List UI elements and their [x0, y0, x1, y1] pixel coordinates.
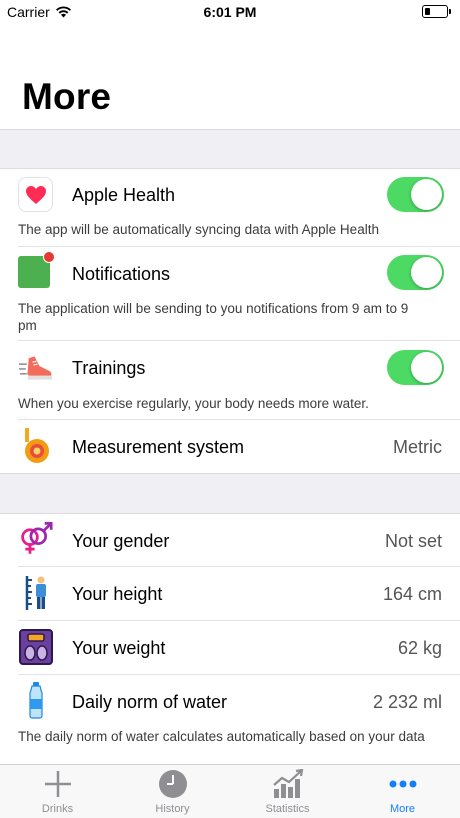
gender-symbol-icon: [18, 521, 53, 556]
notifications-toggle[interactable]: [387, 255, 444, 290]
plus-icon: [44, 771, 71, 797]
notification-badge-icon: [18, 251, 55, 288]
sneaker-icon: [18, 350, 53, 385]
weight-value: 62 kg: [397, 638, 442, 658]
more-dots-icon: [389, 780, 416, 788]
heart-icon: [18, 177, 53, 212]
daily-water-row[interactable]: Daily norm of water 2 232 ml The daily n…: [0, 675, 460, 763]
gender-value: Not set: [384, 531, 442, 551]
measurement-system-row[interactable]: Measurement system Metric: [0, 420, 460, 473]
water-bottle-icon: [18, 681, 53, 719]
height-ruler-icon: [18, 575, 53, 610]
apple-health-row: Apple Health The app will be automatical…: [0, 169, 460, 247]
daily-water-description: The daily norm of water calculates autom…: [18, 729, 425, 744]
clock-icon: [158, 770, 187, 798]
tab-history[interactable]: History: [115, 769, 230, 818]
weight-row[interactable]: Your weight 62 kg: [0, 621, 460, 674]
measurement-system-label: Measurement system: [72, 437, 245, 457]
apple-health-label: Apple Health: [72, 185, 176, 205]
trainings-row: Trainings When you exercise regularly, y…: [0, 341, 460, 419]
tab-label: History: [155, 803, 190, 815]
tab-label: Statistics: [265, 803, 310, 815]
trainings-label: Trainings: [72, 358, 146, 378]
daily-water-label: Daily norm of water: [72, 692, 228, 712]
trainings-description: When you exercise regularly, your body n…: [18, 396, 369, 411]
status-time: 6:01 PM: [203, 4, 257, 20]
battery-icon: [422, 5, 451, 18]
weight-label: Your weight: [72, 638, 166, 658]
height-row[interactable]: Your height 164 cm: [0, 567, 460, 620]
notifications-label: Notifications: [72, 264, 171, 284]
height-label: Your height: [72, 584, 163, 604]
section-separator: [0, 473, 460, 514]
scale-icon: [18, 628, 53, 665]
apple-health-toggle[interactable]: [387, 177, 444, 212]
notifications-row: Notifications The application will be se…: [0, 247, 460, 341]
status-bar: Carrier 6:01 PM: [0, 0, 460, 26]
tab-more[interactable]: More: [345, 769, 460, 818]
notifications-description: The application will be sending to you n…: [18, 301, 409, 333]
tab-drinks[interactable]: Drinks: [0, 769, 115, 818]
gender-row[interactable]: Your gender Not set: [0, 514, 460, 567]
height-value: 164 cm: [382, 584, 442, 604]
tab-label: More: [389, 803, 416, 815]
page-title: More: [22, 76, 112, 117]
chart-icon: [272, 769, 303, 798]
tab-bar: Drinks History Statistics More: [0, 764, 460, 818]
tab-label: Drinks: [41, 803, 74, 815]
daily-water-value: 2 232 ml: [372, 692, 442, 712]
section-separator: [0, 129, 460, 169]
apple-health-description: The app will be automatically syncing da…: [18, 222, 379, 237]
tab-statistics[interactable]: Statistics: [230, 769, 345, 818]
trainings-toggle[interactable]: [387, 350, 444, 385]
measurement-system-value: Metric: [393, 437, 442, 457]
gender-label: Your gender: [72, 531, 170, 551]
measuring-tape-icon: [18, 427, 53, 463]
